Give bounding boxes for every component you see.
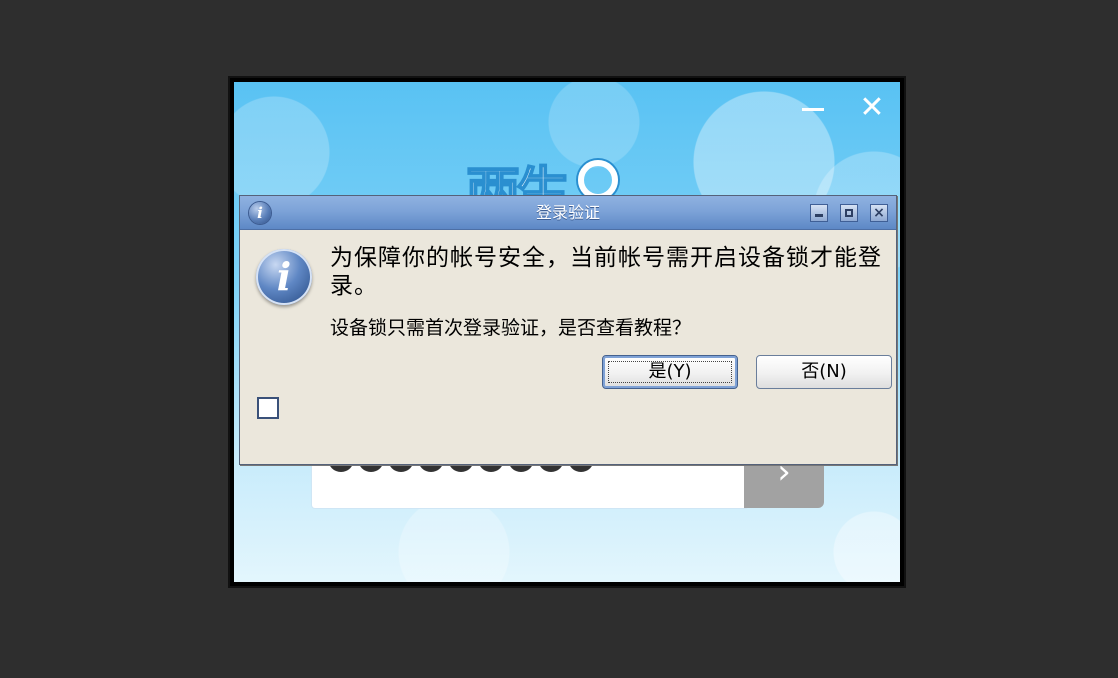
minimize-button[interactable] — [810, 204, 828, 222]
no-button-label: 否(N) — [801, 361, 847, 382]
app-logo-ring-icon — [578, 160, 618, 200]
maximize-button[interactable] — [840, 204, 858, 222]
dialog-title: 登录验证 — [535, 203, 600, 222]
dont-show-again-checkbox[interactable] — [257, 397, 279, 419]
close-icon: × — [873, 205, 885, 221]
dialog-message: 为保障你的帐号安全，当前帐号需开启设备锁才能登录。 设备锁只需首次登录验证，是否… — [330, 244, 896, 340]
info-icon: i — [256, 249, 312, 305]
yes-button[interactable]: 是(Y) — [602, 355, 738, 389]
app-logo-text: 两生 — [466, 160, 571, 202]
dialog-titlebar[interactable]: i 登录验证 × — [240, 196, 896, 230]
close-icon[interactable]: ✕ — [858, 93, 886, 123]
login-verification-dialog: i 登录验证 × i 为保障你的帐号安全，当前帐号需开启设备锁才能登录。 设备锁… — [239, 195, 897, 465]
yes-button-label: 是(Y) — [648, 361, 692, 382]
close-button[interactable]: × — [870, 204, 888, 222]
dialog-message-main: 为保障你的帐号安全，当前帐号需开启设备锁才能登录。 — [330, 245, 882, 299]
no-button[interactable]: 否(N) — [756, 355, 892, 389]
app-logo: 两生 — [466, 142, 626, 202]
dialog-message-question: 设备锁只需首次登录验证，是否查看教程？ — [330, 317, 692, 339]
minimize-icon[interactable] — [802, 108, 824, 111]
